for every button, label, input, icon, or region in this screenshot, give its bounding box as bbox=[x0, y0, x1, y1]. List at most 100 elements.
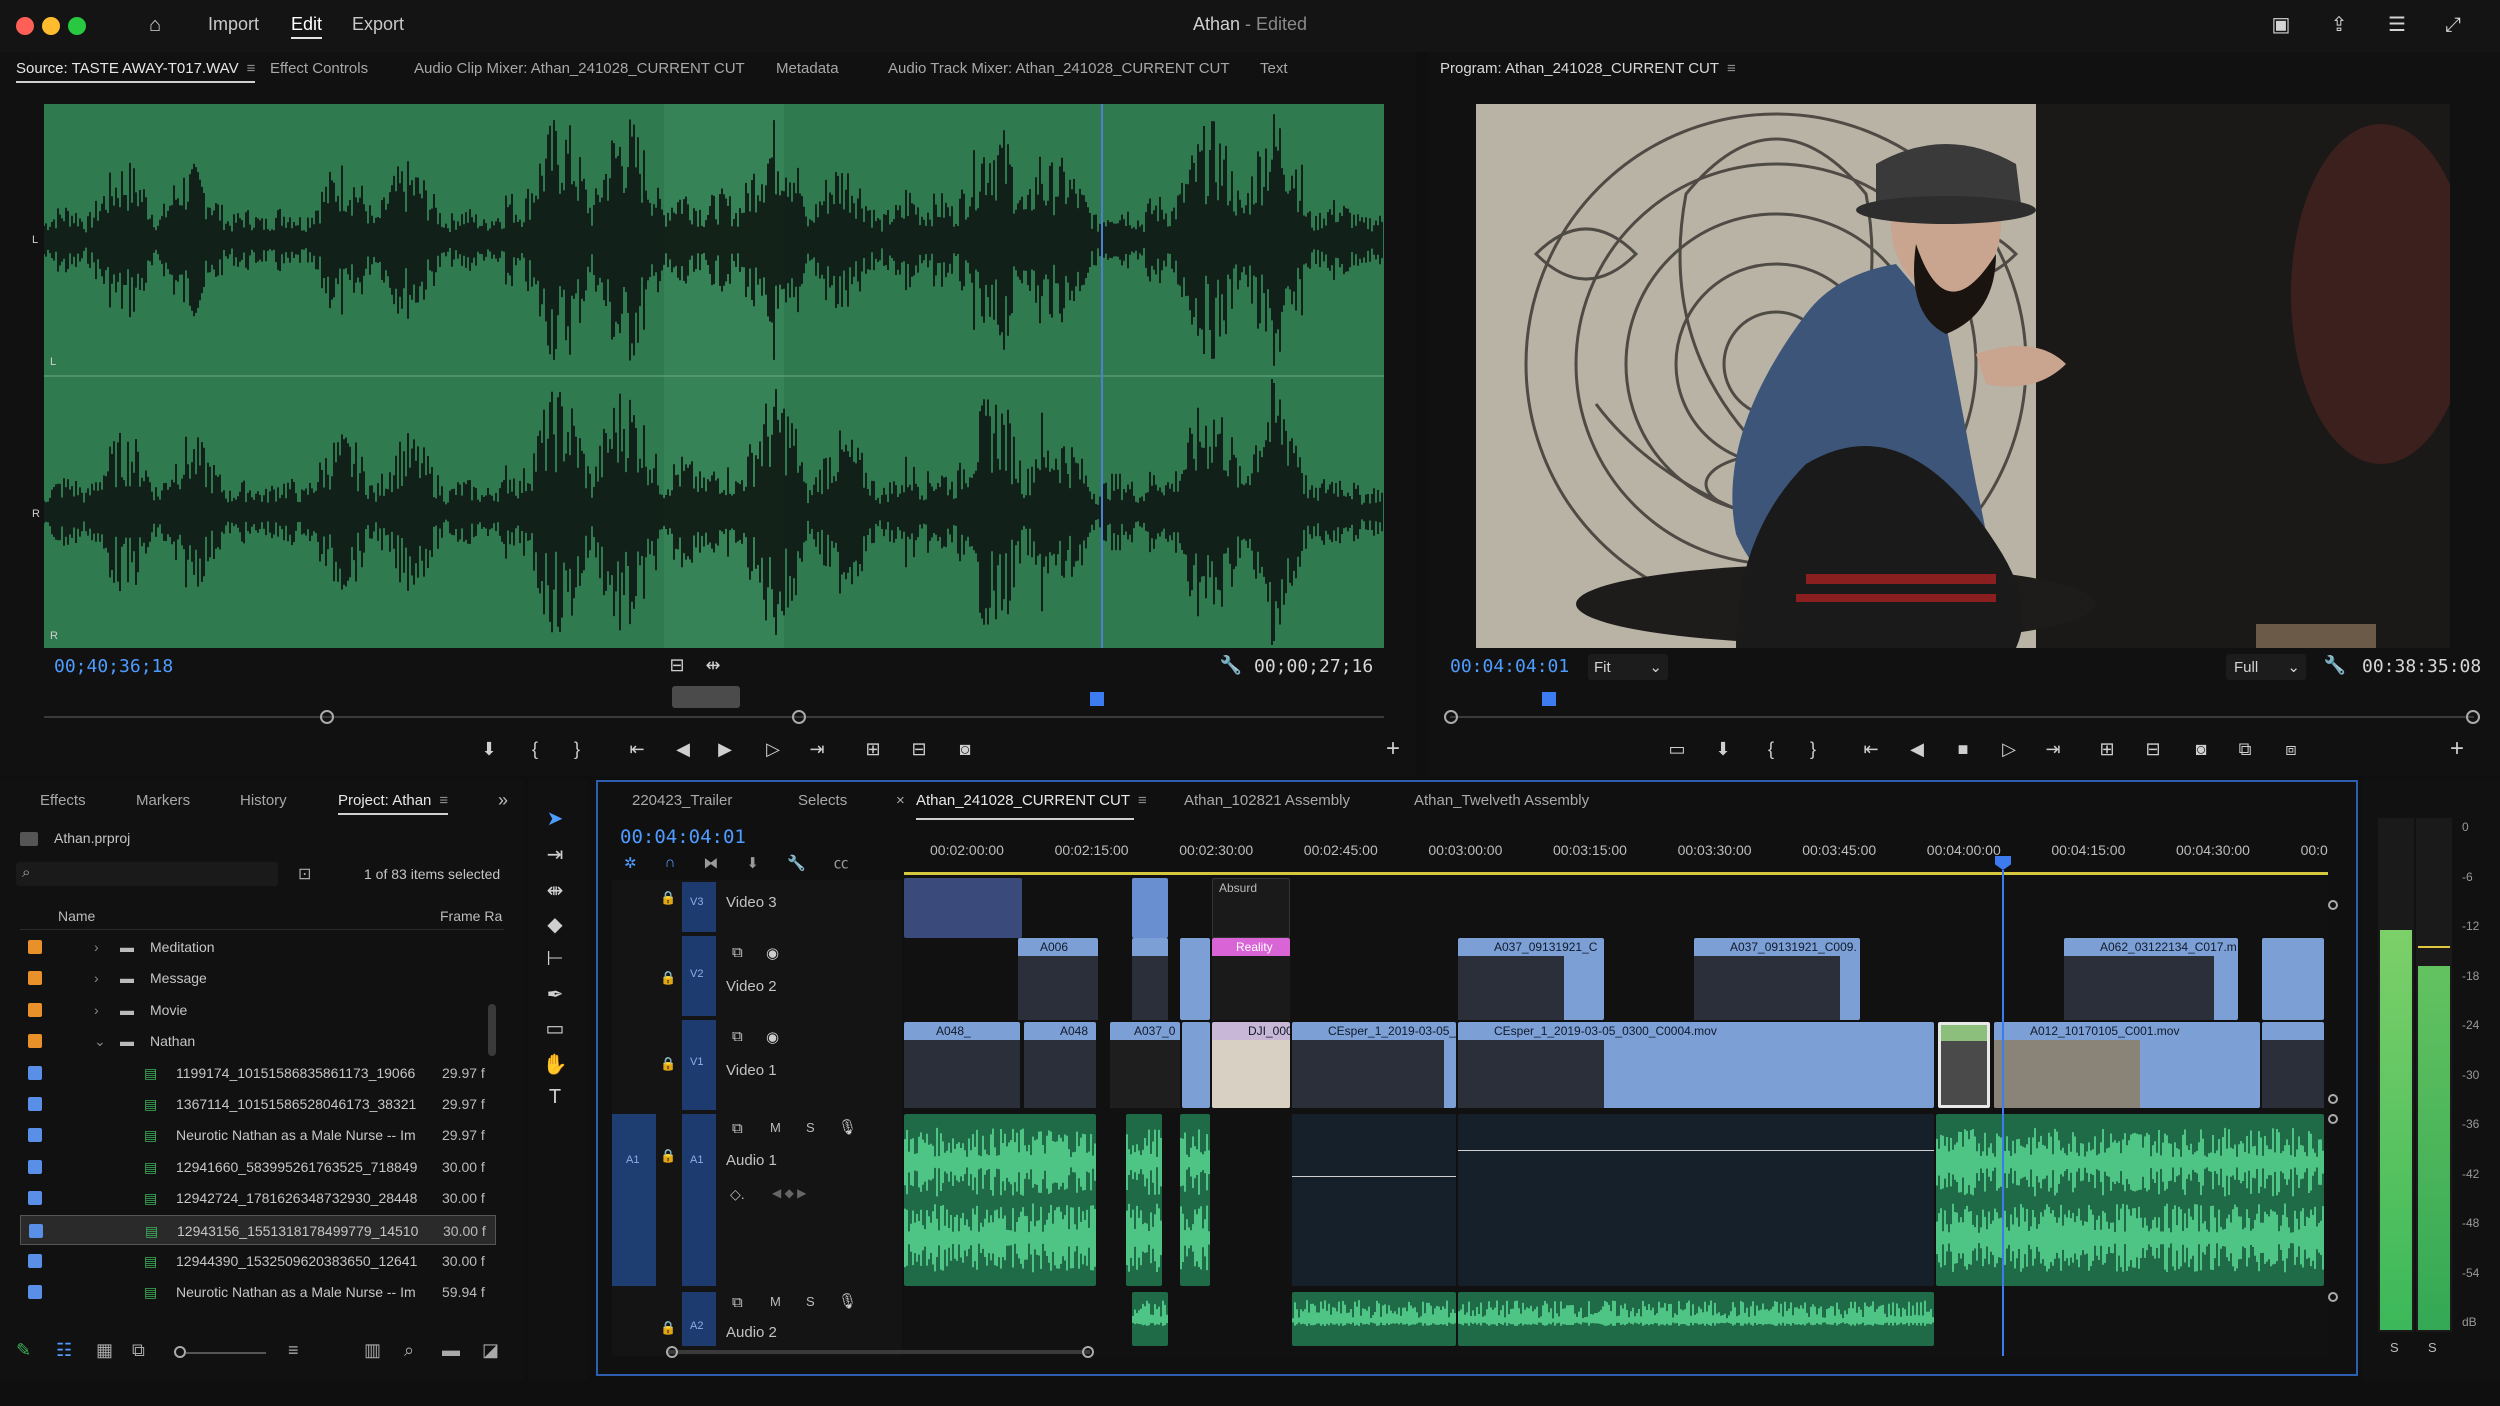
label-color-chip[interactable] bbox=[28, 1191, 42, 1206]
program-settings-wrench-icon[interactable]: 🔧 bbox=[2322, 652, 2348, 678]
tab-audio-clip-mixer[interactable]: Audio Clip Mixer: Athan_241028_CURRENT C… bbox=[414, 60, 745, 77]
audio-tracks-scroll-top[interactable] bbox=[2328, 1114, 2338, 1124]
source-scrub-track[interactable] bbox=[44, 716, 1384, 718]
track-select-tool-icon[interactable]: ⇥ bbox=[542, 842, 568, 867]
v1-clip-dji[interactable]: DJI_000 bbox=[1212, 1022, 1290, 1108]
video-tracks-scroll-bottom[interactable] bbox=[2328, 1094, 2338, 1104]
a1-clip-3[interactable] bbox=[1180, 1114, 1210, 1286]
razor-tool-icon[interactable]: ◆ bbox=[542, 912, 568, 937]
meter-solo-right[interactable]: S bbox=[2428, 1340, 2437, 1355]
video-tracks-scroll-top[interactable] bbox=[2328, 900, 2338, 910]
tab-audio-track-mixer[interactable]: Audio Track Mixer: Athan_241028_CURRENT … bbox=[888, 60, 1230, 77]
v1-toggle-output-icon[interactable]: ⧉ bbox=[732, 1028, 743, 1045]
v1-clip-blue[interactable] bbox=[1182, 1022, 1210, 1108]
chevron-right-icon[interactable]: › bbox=[94, 970, 99, 986]
program-zoom-right-handle[interactable] bbox=[2466, 710, 2480, 724]
v1-clip-a048-1[interactable]: A048_ bbox=[904, 1022, 1020, 1108]
project-search-input[interactable]: ⌕ bbox=[16, 862, 278, 886]
panel-overflow-icon[interactable]: » bbox=[498, 790, 508, 811]
tab-text[interactable]: Text bbox=[1260, 60, 1288, 77]
source-zoom-right-handle[interactable] bbox=[792, 710, 806, 724]
a1-clip-2[interactable] bbox=[1126, 1114, 1162, 1286]
zoom-out-icon[interactable]: ⊟ bbox=[664, 652, 690, 678]
source-add-button-icon[interactable]: + bbox=[1380, 736, 1406, 762]
fullscreen-icon[interactable]: ⤢ bbox=[2440, 12, 2466, 38]
hand-tool-icon[interactable]: ✋ bbox=[542, 1052, 568, 1077]
a1-clip-1[interactable] bbox=[904, 1114, 1096, 1286]
v3-clip-1[interactable] bbox=[904, 878, 1022, 938]
column-frame-rate[interactable]: Frame Ra bbox=[440, 908, 502, 924]
fit-dropdown[interactable]: Fit ⌄ bbox=[1588, 654, 1668, 680]
v2-clip-a037-1[interactable]: A037_09131921_C bbox=[1458, 938, 1604, 1020]
label-color-chip[interactable] bbox=[28, 1065, 42, 1080]
label-color-chip[interactable] bbox=[28, 1002, 42, 1017]
program-go-to-out-icon[interactable]: ⇥ bbox=[2040, 736, 2066, 762]
program-export-frame-icon[interactable]: ◙ bbox=[2188, 736, 2214, 762]
v1-lock-icon[interactable]: 🔒 bbox=[660, 1056, 676, 1072]
captions-icon[interactable]: ㏄ bbox=[834, 852, 849, 873]
project-sequence-row[interactable]: ▤ Neurotic Nathan as a Male Nurse -- Im 59… bbox=[20, 1277, 496, 1307]
new-bin-icon[interactable]: ▬ bbox=[442, 1340, 460, 1361]
label-color-chip[interactable] bbox=[28, 1128, 42, 1143]
a1-voiceover-mic-icon[interactable]: 🎙 bbox=[838, 1118, 857, 1136]
menu-edit[interactable]: Edit bbox=[291, 14, 323, 39]
project-bin-row[interactable]: › ▬ Meditation bbox=[20, 932, 496, 962]
program-add-button-icon[interactable]: + bbox=[2444, 736, 2470, 762]
v1-clip-cesper-2[interactable]: CEsper_1_2019-03-05_0300_C0004.mov bbox=[1458, 1022, 1934, 1108]
tab-seq-assembly[interactable]: Athan_102821 Assembly bbox=[1184, 792, 1350, 809]
v1-clip-a012[interactable]: A012_10170105_C001.mov bbox=[1994, 1022, 2260, 1108]
a1-clip-cesper-2[interactable] bbox=[1458, 1114, 1934, 1286]
fit-width-icon[interactable]: ⇹ bbox=[700, 652, 726, 678]
v1-target[interactable]: V1 bbox=[682, 1020, 716, 1110]
label-color-chip[interactable] bbox=[28, 1159, 42, 1174]
automate-to-sequence-icon[interactable]: ▥ bbox=[364, 1340, 381, 1361]
icon-view-icon[interactable]: ▦ bbox=[96, 1340, 113, 1361]
tab-program[interactable]: Program: Athan_241028_CURRENT CUT ≡ bbox=[1440, 60, 1736, 77]
v1-clip-cesper-1[interactable]: CEsper_1_2019-03-05_ bbox=[1292, 1022, 1456, 1108]
a2-mute-button[interactable]: M bbox=[770, 1294, 781, 1309]
label-color-chip[interactable] bbox=[28, 1285, 42, 1300]
close-tab-icon[interactable]: × bbox=[896, 792, 905, 809]
v2-clip-small[interactable] bbox=[1132, 938, 1168, 1020]
insert-icon[interactable]: ⊞ bbox=[860, 736, 886, 762]
tab-seq-current-cut[interactable]: Athan_241028_CURRENT CUT ≡ bbox=[916, 792, 1147, 809]
zoom-window-button[interactable] bbox=[68, 17, 86, 35]
program-step-forward-icon[interactable]: ▷ bbox=[1996, 736, 2022, 762]
project-bin-row[interactable]: › ▬ Message bbox=[20, 963, 496, 993]
tab-metadata[interactable]: Metadata bbox=[776, 60, 839, 77]
program-step-back-icon[interactable]: ◀ bbox=[1904, 736, 1930, 762]
find-icon[interactable]: ⌕ bbox=[404, 1340, 414, 1361]
timeline-scroll-right-handle[interactable] bbox=[1082, 1346, 1094, 1358]
v3-clip-absurd[interactable]: Absurd bbox=[1212, 878, 1290, 938]
program-playhead-handle[interactable] bbox=[1542, 692, 1556, 706]
selection-tool-icon[interactable]: ➤ bbox=[542, 806, 568, 831]
source-waveform[interactable] bbox=[44, 104, 1384, 648]
type-tool-icon[interactable]: T bbox=[542, 1086, 568, 1109]
home-icon[interactable]: ⌂ bbox=[142, 12, 168, 38]
v1-clip-selected[interactable] bbox=[1938, 1022, 1990, 1108]
ripple-edit-tool-icon[interactable]: ⇼ bbox=[542, 878, 568, 903]
v1-eye-icon[interactable]: ◉ bbox=[766, 1028, 779, 1046]
v2-clip-a062[interactable]: A062_03122134_C017.m bbox=[2064, 938, 2238, 1020]
a1-clip-a012[interactable] bbox=[1936, 1114, 2324, 1286]
zoom-slider-handle[interactable] bbox=[174, 1346, 186, 1358]
chevron-down-icon[interactable]: ⌄ bbox=[94, 1033, 106, 1050]
close-window-button[interactable] bbox=[16, 17, 34, 35]
a1-clip-cesper-1[interactable] bbox=[1292, 1114, 1456, 1286]
column-name[interactable]: Name bbox=[58, 908, 95, 924]
a2-clip-1[interactable] bbox=[1132, 1292, 1168, 1346]
play-icon[interactable]: ▶ bbox=[712, 736, 738, 762]
timeline-horizontal-scroll[interactable] bbox=[666, 1350, 1090, 1354]
overwrite-icon[interactable]: ⊟ bbox=[906, 736, 932, 762]
tab-seq-selects[interactable]: Selects bbox=[798, 792, 847, 809]
v2-eye-icon[interactable]: ◉ bbox=[766, 944, 779, 962]
minimize-window-button[interactable] bbox=[42, 17, 60, 35]
share-icon[interactable]: ⇪ bbox=[2326, 12, 2352, 38]
tab-source[interactable]: Source: TASTE AWAY-T017.WAV ≡ bbox=[16, 60, 256, 83]
label-color-chip[interactable] bbox=[28, 971, 42, 986]
comparison-view-icon[interactable]: ⧉ bbox=[2232, 736, 2258, 762]
a2-clip-2[interactable] bbox=[1292, 1292, 1456, 1346]
label-color-chip[interactable] bbox=[29, 1223, 43, 1238]
project-sequence-row[interactable]: ▤ 1367114_10151586528046173_38321 29.97 f bbox=[20, 1089, 496, 1119]
project-sequence-row[interactable]: ▤ 12941660_583995261763525_718849 30.00 f bbox=[20, 1152, 496, 1182]
